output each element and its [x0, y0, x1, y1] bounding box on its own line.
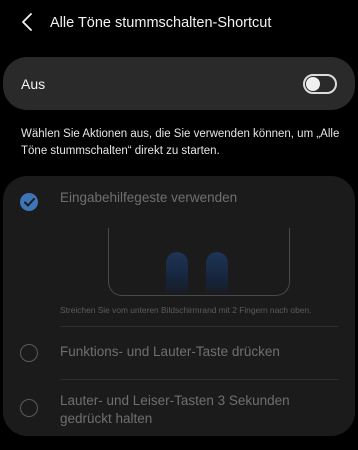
- app-bar: Alle Töne stummschalten-Shortcut: [0, 0, 358, 50]
- description-text: Wählen Sie Aktionen aus, die Sie verwend…: [21, 128, 340, 157]
- checkmark-icon: [23, 197, 35, 207]
- phone-illustration: [108, 228, 290, 296]
- back-button[interactable]: [14, 11, 40, 37]
- master-toggle[interactable]: [303, 74, 337, 94]
- master-switch-label: Aus: [21, 76, 46, 92]
- radio-button[interactable]: [20, 399, 38, 417]
- chevron-left-icon: [21, 12, 33, 36]
- toggle-knob: [306, 77, 320, 91]
- option-function-volume-up[interactable]: Funktions- und Lauter-Taste drücken: [3, 327, 355, 379]
- radio-button[interactable]: [20, 344, 38, 362]
- option-label: Funktions- und Lauter-Taste drücken: [60, 344, 280, 359]
- option-accessibility-gesture[interactable]: Eingabehilfegeste verwenden Streichen Si…: [3, 176, 355, 336]
- page-title: Alle Töne stummschalten-Shortcut: [50, 15, 272, 31]
- gesture-hint: Streichen Sie vom unteren Bildschirmrand…: [60, 305, 312, 315]
- option-label: Eingabehilfegeste verwenden: [60, 190, 238, 205]
- option-label: Lauter- und Leiser-Tasten 3 Sekunden ged…: [60, 393, 290, 426]
- option-volume-up-down-hold[interactable]: Lauter- und Leiser-Tasten 3 Sekunden ged…: [3, 380, 355, 436]
- checkbox-checked[interactable]: [20, 193, 38, 211]
- master-switch-row[interactable]: Aus: [3, 57, 355, 110]
- finger-icon: [206, 252, 228, 294]
- finger-icon: [166, 252, 188, 294]
- options-card: Eingabehilfegeste verwenden Streichen Si…: [3, 176, 355, 436]
